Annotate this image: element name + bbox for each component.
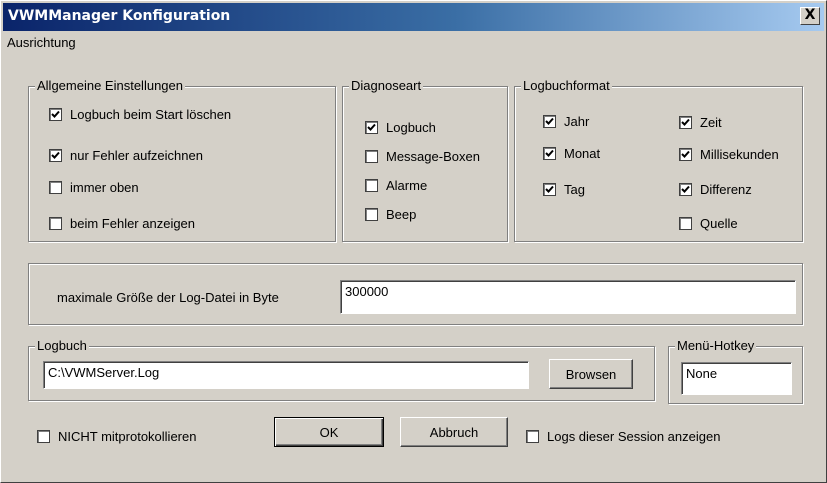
checkbox-box[interactable] xyxy=(526,430,539,443)
checkbox-milliseconds[interactable]: Millisekunden xyxy=(679,147,779,162)
checkbox-month[interactable]: Monat xyxy=(543,146,600,161)
checkmark-icon xyxy=(681,118,690,126)
checkbox-time[interactable]: Zeit xyxy=(679,115,722,130)
checkmark-icon xyxy=(545,117,554,125)
checkbox-label: Tag xyxy=(564,182,585,197)
diagnose-group: Diagnoseart Logbuch Message-Boxen Alarme… xyxy=(342,78,508,242)
logformat-group: Logbuchformat Jahr Monat Tag Zeit Millis… xyxy=(514,78,803,242)
cancel-button[interactable]: Abbruch xyxy=(400,417,508,447)
checkmark-icon xyxy=(681,185,690,193)
checkbox-label: Millisekunden xyxy=(700,147,779,162)
max-size-panel: maximale Größe der Log-Datei in Byte 300… xyxy=(28,263,803,325)
checkbox-label: Jahr xyxy=(564,114,590,129)
checkbox-box[interactable] xyxy=(49,149,62,162)
checkbox-clear-log-on-start[interactable]: Logbuch beim Start löschen xyxy=(49,107,231,122)
checkbox-only-errors[interactable]: nur Fehler aufzeichnen xyxy=(49,148,203,163)
checkbox-box[interactable] xyxy=(37,430,50,443)
checkbox-box[interactable] xyxy=(365,208,378,221)
checkbox-label: nur Fehler aufzeichnen xyxy=(70,148,203,163)
checkbox-box[interactable] xyxy=(49,217,62,230)
window-title: VWMManager Konfiguration xyxy=(8,8,231,24)
logbook-group: Logbuch C:\VWMServer.Log Browsen xyxy=(28,338,655,401)
ok-button[interactable]: OK xyxy=(274,417,384,447)
checkbox-box[interactable] xyxy=(365,179,378,192)
checkbox-label: Quelle xyxy=(700,216,738,231)
checkbox-box[interactable] xyxy=(365,150,378,163)
checkbox-label: NICHT mitprotokollieren xyxy=(58,429,197,444)
browse-button[interactable]: Browsen xyxy=(549,359,633,389)
checkbox-label: Message-Boxen xyxy=(386,149,480,164)
checkbox-label: Logbuch beim Start löschen xyxy=(70,107,232,122)
general-settings-title: Allgemeine Einstellungen xyxy=(35,78,185,93)
logformat-title: Logbuchformat xyxy=(521,78,612,93)
checkbox-diag-logbuch[interactable]: Logbuch xyxy=(365,120,436,135)
checkbox-label: Beep xyxy=(386,207,417,222)
close-button[interactable]: X xyxy=(800,7,820,25)
checkbox-box[interactable] xyxy=(543,115,556,128)
max-size-label: maximale Größe der Log-Datei in Byte xyxy=(57,290,279,305)
checkbox-box[interactable] xyxy=(679,217,692,230)
checkbox-diag-alarms[interactable]: Alarme xyxy=(365,178,427,193)
max-size-input[interactable]: 300000 xyxy=(340,280,796,314)
general-settings-group: Allgemeine Einstellungen Logbuch beim St… xyxy=(28,78,336,242)
checkbox-day[interactable]: Tag xyxy=(543,182,585,197)
checkmark-icon xyxy=(681,150,690,158)
checkmark-icon xyxy=(51,151,60,159)
checkbox-box[interactable] xyxy=(49,181,62,194)
menu-bar: Ausrichtung xyxy=(3,31,824,53)
title-bar[interactable]: VWMManager Konfiguration X xyxy=(3,3,824,31)
checkbox-label: Zeit xyxy=(700,115,722,130)
diagnose-title: Diagnoseart xyxy=(349,78,424,93)
checkbox-show-on-error[interactable]: beim Fehler anzeigen xyxy=(49,216,195,231)
hotkey-input[interactable]: None xyxy=(681,362,792,395)
checkbox-source[interactable]: Quelle xyxy=(679,216,738,231)
checkmark-icon xyxy=(367,123,376,131)
menu-item-ausrichtung[interactable]: Ausrichtung xyxy=(7,35,76,50)
checkbox-difference[interactable]: Differenz xyxy=(679,182,752,197)
checkbox-label: beim Fehler anzeigen xyxy=(70,216,196,231)
checkbox-box[interactable] xyxy=(543,147,556,160)
hotkey-group: Menü-Hotkey None xyxy=(668,338,803,404)
checkbox-box[interactable] xyxy=(679,148,692,161)
checkbox-box[interactable] xyxy=(679,116,692,129)
checkmark-icon xyxy=(51,110,60,118)
checkbox-label: Logs dieser Session anzeigen xyxy=(547,429,721,444)
checkbox-diag-message-boxes[interactable]: Message-Boxen xyxy=(365,149,480,164)
checkbox-label: Alarme xyxy=(386,178,428,193)
checkbox-box[interactable] xyxy=(679,183,692,196)
checkbox-diag-beep[interactable]: Beep xyxy=(365,207,416,222)
hotkey-title: Menü-Hotkey xyxy=(675,338,757,353)
checkbox-year[interactable]: Jahr xyxy=(543,114,589,129)
config-dialog: VWMManager Konfiguration X Ausrichtung A… xyxy=(0,0,827,483)
logbook-path-input[interactable]: C:\VWMServer.Log xyxy=(43,361,529,389)
checkbox-always-on-top[interactable]: immer oben xyxy=(49,180,139,195)
checkmark-icon xyxy=(545,149,554,157)
checkbox-no-logging[interactable]: NICHT mitprotokollieren xyxy=(37,429,196,444)
checkbox-show-session-logs[interactable]: Logs dieser Session anzeigen xyxy=(526,429,720,444)
checkbox-label: Differenz xyxy=(700,182,752,197)
checkmark-icon xyxy=(545,185,554,193)
checkbox-box[interactable] xyxy=(543,183,556,196)
logbook-title: Logbuch xyxy=(35,338,89,353)
checkbox-label: Monat xyxy=(564,146,601,161)
checkbox-label: Logbuch xyxy=(386,120,436,135)
checkbox-box[interactable] xyxy=(49,108,62,121)
checkbox-label: immer oben xyxy=(70,180,139,195)
checkbox-box[interactable] xyxy=(365,121,378,134)
